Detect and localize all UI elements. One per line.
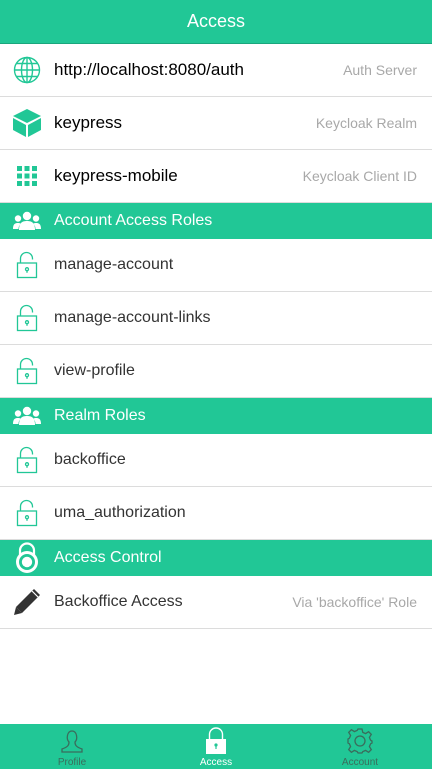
section-title: Access Control xyxy=(54,549,162,566)
client-id-value: keypress-mobile xyxy=(54,166,178,185)
client-row[interactable]: keypress-mobile Keycloak Client ID xyxy=(0,150,432,203)
access-control-caption: Via 'backoffice' Role xyxy=(292,594,417,610)
role-row[interactable]: manage-account xyxy=(0,239,432,292)
role-label: view-profile xyxy=(54,362,135,379)
access-control-label: Backoffice Access xyxy=(54,593,183,610)
group-icon xyxy=(11,205,43,237)
auth-server-row[interactable]: http://localhost:8080/auth Auth Server xyxy=(0,44,432,97)
person-icon xyxy=(57,726,87,756)
group-icon xyxy=(11,400,43,432)
realm-row[interactable]: keypress Keycloak Realm xyxy=(0,97,432,150)
tab-label: Access xyxy=(199,757,233,768)
backoffice-access-row[interactable]: Backoffice Access Via 'backoffice' Role xyxy=(0,576,432,629)
role-row[interactable]: manage-account-links xyxy=(0,292,432,345)
role-label: manage-account-links xyxy=(54,309,211,326)
access-list: http://localhost:8080/auth Auth Server k… xyxy=(0,44,432,629)
tab-profile[interactable]: Profile xyxy=(0,724,144,769)
section-access-control: Access Control xyxy=(0,540,432,576)
cube-icon xyxy=(11,107,43,139)
role-label: uma_authorization xyxy=(54,504,186,521)
section-realm-roles: Realm Roles xyxy=(0,398,432,434)
tab-account[interactable]: Account xyxy=(288,724,432,769)
role-label: backoffice xyxy=(54,451,126,468)
page-title: Access xyxy=(186,11,246,31)
section-account-roles: Account Access Roles xyxy=(0,203,432,239)
client-id-caption: Keycloak Client ID xyxy=(302,168,417,184)
unlock-icon xyxy=(11,355,43,387)
role-row[interactable]: view-profile xyxy=(0,345,432,398)
lock-icon xyxy=(201,726,231,756)
tab-label: Account xyxy=(341,757,379,768)
unlock-icon xyxy=(11,444,43,476)
padlock-icon xyxy=(11,542,43,574)
gear-icon xyxy=(345,726,375,756)
role-label: manage-account xyxy=(54,256,174,273)
unlock-icon xyxy=(11,249,43,281)
realm-caption: Keycloak Realm xyxy=(315,115,417,131)
role-row[interactable]: backoffice xyxy=(0,434,432,487)
tab-label: Profile xyxy=(57,757,87,768)
auth-server-value: http://localhost:8080/auth xyxy=(54,60,244,79)
unlock-icon xyxy=(11,302,43,334)
nav-bar: Access xyxy=(0,0,432,44)
role-row[interactable]: uma_authorization xyxy=(0,487,432,540)
auth-server-caption: Auth Server xyxy=(343,62,417,78)
realm-value: keypress xyxy=(54,113,123,132)
tab-access[interactable]: Access xyxy=(144,724,288,769)
unlock-icon xyxy=(11,497,43,529)
tab-bar: Profile Access Account xyxy=(0,724,432,769)
section-title: Realm Roles xyxy=(54,407,146,424)
pencil-icon xyxy=(11,586,43,618)
section-title: Account Access Roles xyxy=(54,212,213,229)
globe-icon xyxy=(11,54,43,86)
grid-icon xyxy=(11,160,43,192)
